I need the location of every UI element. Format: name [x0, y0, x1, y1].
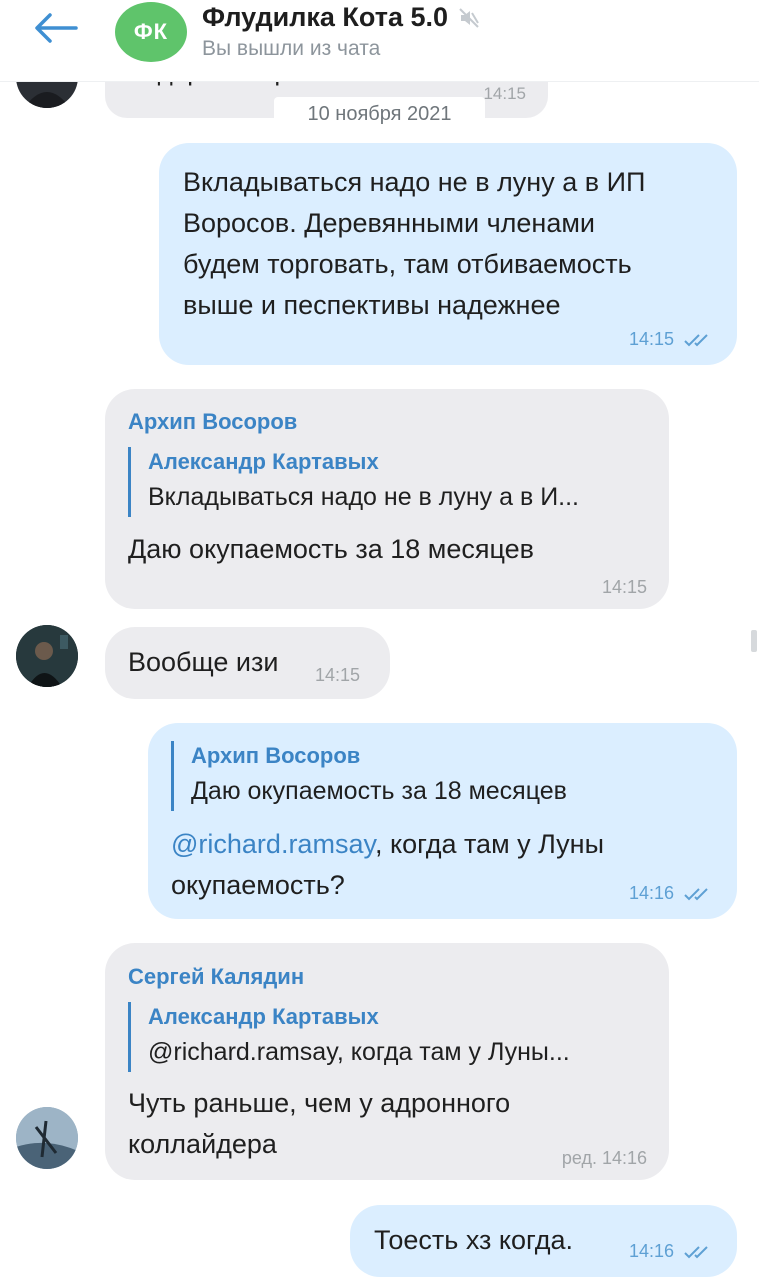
message-time: 14:15	[628, 329, 674, 349]
message-text-line: Воросов. Деревянными членами	[183, 208, 596, 238]
reply-author: Александр Картавых	[148, 1004, 379, 1029]
reply-author: Александр Картавых	[148, 449, 379, 474]
message-outgoing[interactable]: Архип Восоров Даю окупаемость за 18 меся…	[148, 723, 737, 919]
mention-link[interactable]: @richard.ramsay	[171, 829, 375, 859]
scrollbar[interactable]	[751, 630, 757, 652]
reply-text: @richard.ramsay, когда там у Луны...	[148, 1038, 570, 1066]
message-text-line: коллайдера	[128, 1129, 277, 1159]
reply-text: Вкладываться надо не в луну а в И...	[148, 483, 580, 511]
reply-quote[interactable]: Архип Восоров Даю окупаемость за 18 меся…	[171, 741, 691, 811]
message-incoming[interactable]: Архип Восоров Александр Картавых Вкладыв…	[105, 389, 669, 609]
message-text-line: будем торговать, там отбиваемость	[183, 249, 632, 279]
message-time: ред. 14:16	[561, 1148, 647, 1168]
chat-title: Флудилка Кота 5.0	[202, 2, 449, 32]
reply-quote[interactable]: Александр Картавых Вкладываться надо не …	[128, 447, 628, 517]
sender-avatar[interactable]	[16, 1107, 78, 1169]
message-time: 14:15	[483, 84, 526, 103]
message-incoming[interactable]: Сергей Калядин Александр Картавых @richa…	[105, 943, 669, 1180]
chat-status: Вы вышли из чата	[202, 37, 381, 60]
message-text: Даю окупаемость за 18 месяцев	[128, 534, 535, 564]
chat-header: ФК Флудилка Кота 5.0 Вы вышли из чата	[0, 0, 759, 82]
double-check-icon	[684, 1246, 708, 1259]
group-avatar[interactable]: ФК	[115, 2, 187, 62]
message-text-line: выше и песпективы надежнее	[183, 290, 561, 320]
message-time: 14:16	[628, 1241, 674, 1261]
message-time-row: 14:15	[629, 329, 713, 350]
reply-author: Архип Восоров	[191, 743, 361, 768]
message-time-row: 14:16	[629, 883, 713, 904]
sender-avatar[interactable]	[16, 625, 78, 687]
message-time: 14:15	[601, 577, 647, 597]
back-arrow-icon	[35, 13, 78, 43]
sender-name[interactable]: Архип Восоров	[128, 409, 297, 435]
chat-title-row[interactable]: Флудилка Кота 5.0	[202, 2, 480, 33]
message-text: Вообще изи	[128, 647, 279, 677]
message-text-line: Чуть раньше, чем у адронного	[128, 1088, 511, 1118]
message-text-line: окупаемость?	[171, 870, 345, 900]
double-check-icon	[684, 888, 708, 901]
message-text-line: Вкладываться надо не в луну а в ИП	[183, 167, 646, 197]
reply-text: Даю окупаемость за 18 месяцев	[191, 777, 567, 805]
message-text: , когда там у Луны	[374, 829, 604, 859]
back-button[interactable]	[30, 10, 80, 46]
date-separator: 10 ноября 2021	[274, 97, 485, 132]
message-text-line: @richard.ramsay, когда там у Луны	[171, 824, 604, 864]
mute-icon	[459, 7, 479, 28]
message-outgoing[interactable]: Тоесть хз когда. 14:16	[350, 1205, 737, 1277]
double-check-icon	[684, 334, 708, 347]
message-text: Тоесть хз когда.	[374, 1225, 573, 1255]
message-outgoing[interactable]: Вкладываться надо не в луну а в ИП Ворос…	[159, 143, 737, 365]
sender-name[interactable]: Сергей Калядин	[128, 964, 304, 990]
message-time: 14:16	[628, 883, 674, 903]
message-time: 14:15	[315, 665, 361, 685]
message-incoming[interactable]: Вообще изи 14:15	[105, 627, 390, 699]
message-time-row: 14:16	[629, 1241, 713, 1262]
reply-quote[interactable]: Александр Картавых @richard.ramsay, когд…	[128, 1002, 628, 1072]
